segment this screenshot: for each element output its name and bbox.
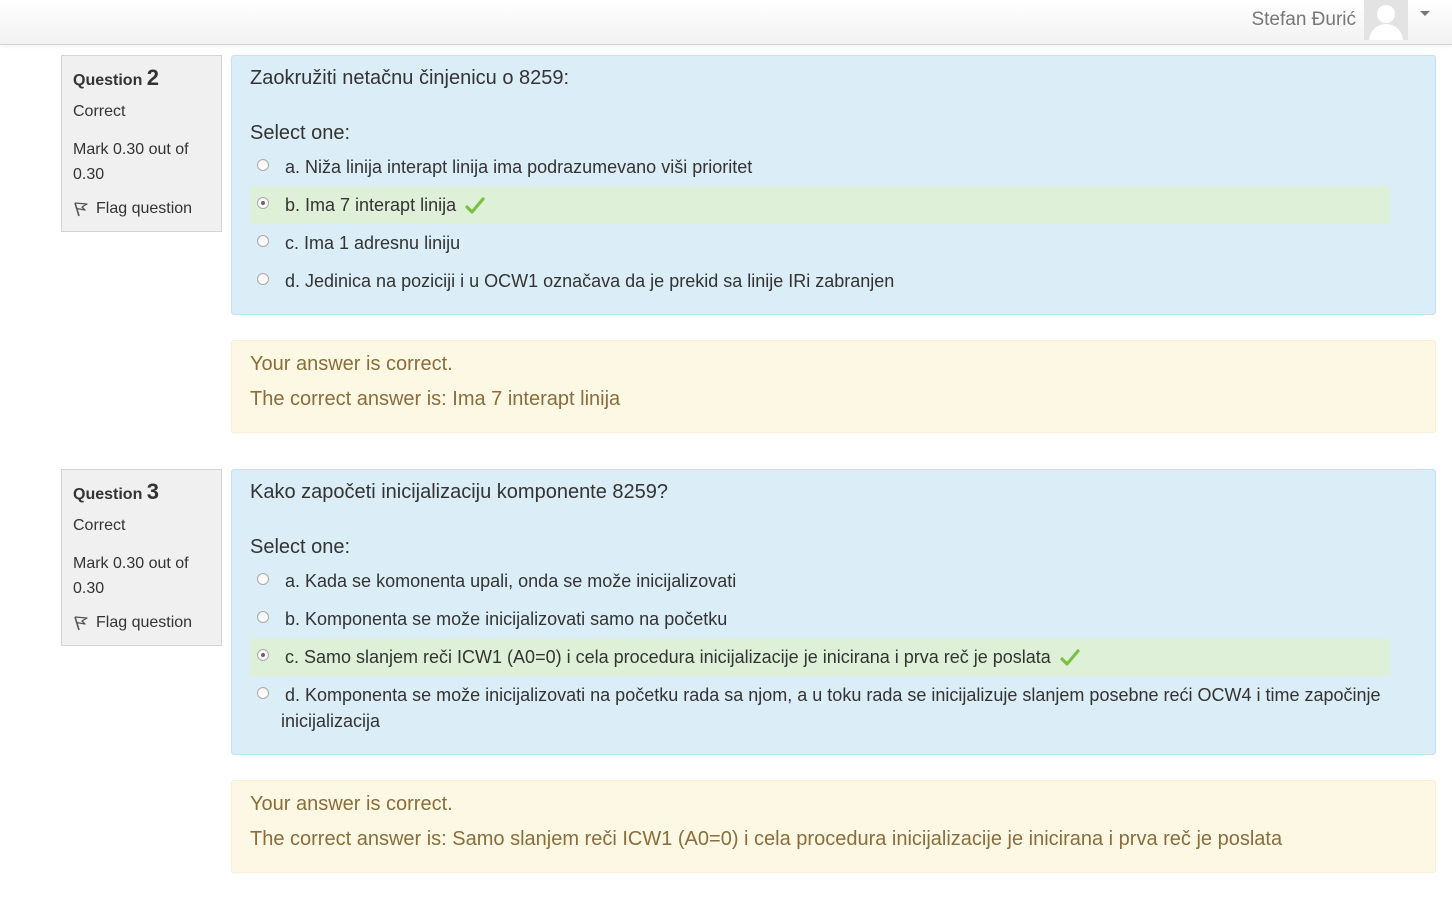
- question-info: Question 2 Correct Mark 0.30 out of 0.30…: [61, 55, 222, 232]
- user-avatar-icon[interactable]: [1364, 0, 1408, 40]
- answer-option-c[interactable]: c. Samo slanjem reči ICW1 (A0=0) i cela …: [250, 638, 1390, 676]
- question-text: Zaokružiti netačnu činjenicu o 8259:: [250, 67, 570, 89]
- flag-question-link[interactable]: Flag question: [73, 613, 211, 633]
- answer-option-c[interactable]: c. Ima 1 adresnu liniju: [250, 224, 1390, 262]
- answer-radio[interactable]: [257, 235, 269, 247]
- user-name[interactable]: Stefan Đurić: [1251, 9, 1356, 31]
- feedback-text: Your answer is correct.: [250, 793, 453, 815]
- question-formulation: Kako započeti inicijalizaciju komponente…: [231, 469, 1436, 755]
- answer-option-b[interactable]: b. Ima 7 interapt linija: [250, 186, 1390, 224]
- right-answer-text: The correct answer is: Samo slanjem reči…: [250, 828, 1283, 850]
- answer-radio[interactable]: [257, 687, 269, 699]
- question-info: Question 3 Correct Mark 0.30 out of 0.30…: [61, 469, 222, 646]
- answer-list: a. Niža linija interapt linija ima podra…: [250, 148, 1417, 300]
- answer-option-d[interactable]: d. Komponenta se može inicijalizovati na…: [250, 676, 1390, 740]
- question-state: Correct: [73, 517, 126, 534]
- select-one-prompt: Select one:: [250, 536, 351, 558]
- correct-check-icon: [465, 197, 485, 214]
- right-answer-text: The correct answer is: Ima 7 interapt li…: [250, 388, 621, 410]
- answer-option-d[interactable]: d. Jedinica na poziciji i u OCW1 označav…: [250, 262, 1390, 300]
- question-number: Question 2: [73, 65, 160, 90]
- answer-option-b[interactable]: b. Komponenta se može inicijalizovati sa…: [250, 600, 1390, 638]
- top-navbar: Stefan Đurić: [0, 0, 1452, 45]
- question-feedback: Your answer is correct. The correct answ…: [231, 780, 1436, 873]
- answer-radio[interactable]: [257, 649, 269, 661]
- user-menu[interactable]: Stefan Đurić: [1251, 0, 1430, 40]
- correct-check-icon: [1060, 649, 1080, 666]
- flag-icon[interactable]: [73, 201, 90, 217]
- question-grade: Mark 0.30 out of 0.30: [73, 555, 189, 597]
- flag-icon[interactable]: [73, 615, 90, 631]
- question-number: Question 3: [73, 479, 160, 504]
- chevron-down-icon[interactable]: [1420, 10, 1430, 16]
- question-text: Kako započeti inicijalizaciju komponente…: [250, 481, 669, 503]
- feedback-text: Your answer is correct.: [250, 353, 453, 375]
- flag-question-link[interactable]: Flag question: [73, 199, 211, 219]
- answer-option-a[interactable]: a. Niža linija interapt linija ima podra…: [250, 148, 1390, 186]
- answer-radio[interactable]: [257, 611, 269, 623]
- question-state: Correct: [73, 103, 126, 120]
- question-feedback: Your answer is correct. The correct answ…: [231, 340, 1436, 433]
- answer-radio[interactable]: [257, 159, 269, 171]
- question-grade: Mark 0.30 out of 0.30: [73, 141, 189, 183]
- answer-radio[interactable]: [257, 197, 269, 209]
- answer-option-a[interactable]: a. Kada se komonenta upali, onda se može…: [250, 562, 1390, 600]
- question-formulation: Zaokružiti netačnu činjenicu o 8259: Sel…: [231, 55, 1436, 315]
- answer-radio[interactable]: [257, 573, 269, 585]
- answer-radio[interactable]: [257, 273, 269, 285]
- answer-list: a. Kada se komonenta upali, onda se može…: [250, 562, 1417, 740]
- select-one-prompt: Select one:: [250, 122, 351, 144]
